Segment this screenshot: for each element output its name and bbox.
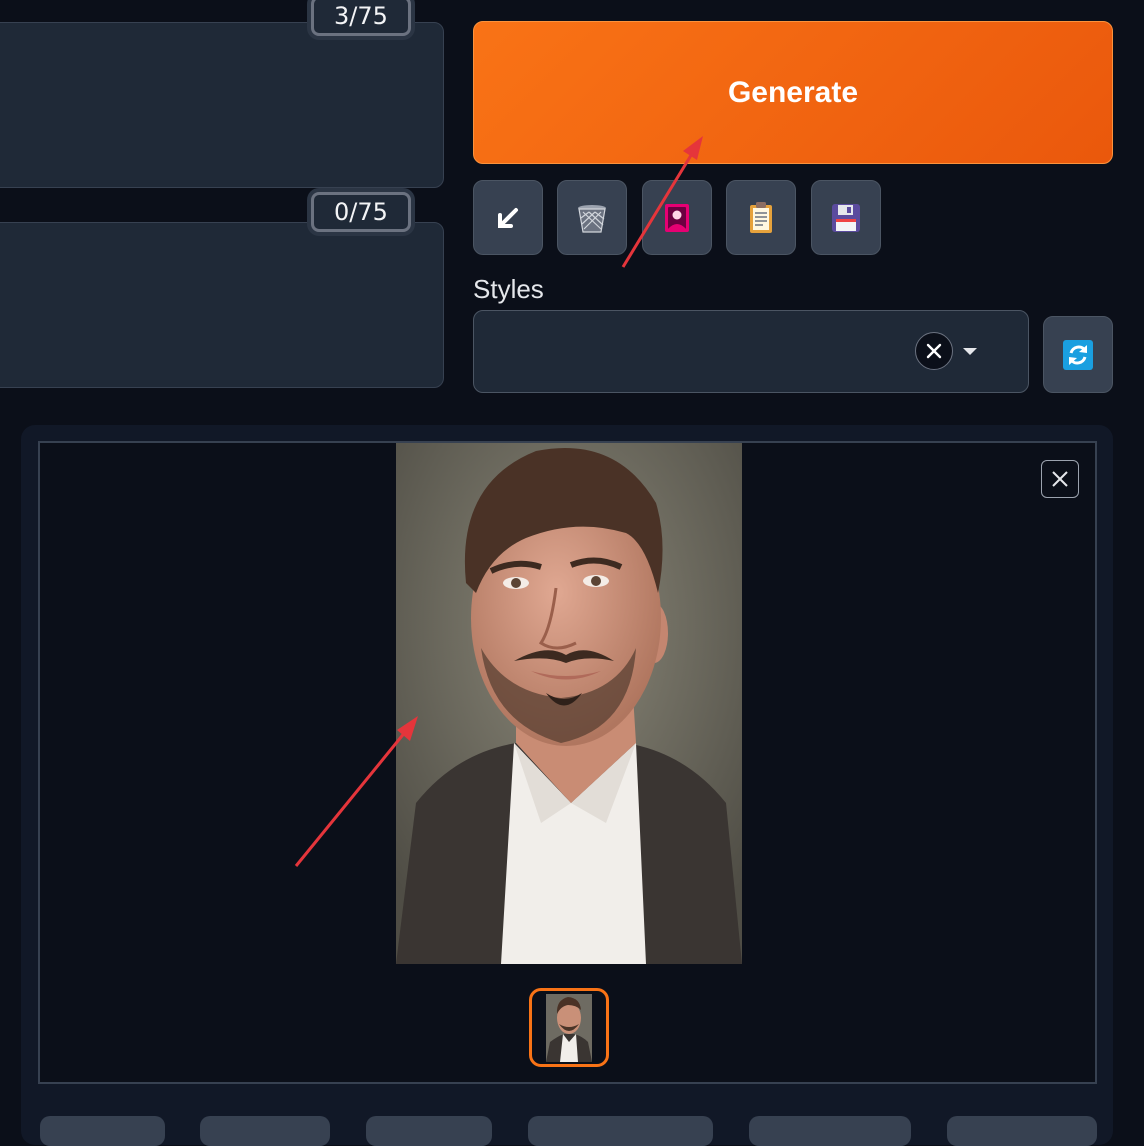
gallery-frame (38, 441, 1097, 1084)
gallery-thumbnail[interactable] (529, 988, 609, 1067)
styles-dropdown[interactable] (473, 310, 1029, 393)
styles-label: Styles (473, 274, 544, 304)
picture-card-icon (665, 203, 689, 232)
refresh-icon (1063, 339, 1093, 370)
generated-image-preview[interactable] (396, 443, 742, 964)
gallery-action-button[interactable] (749, 1116, 911, 1146)
gallery-action-button[interactable] (40, 1116, 165, 1146)
close-icon (926, 343, 942, 359)
negative-prompt-textarea[interactable] (0, 222, 444, 388)
gallery-action-button[interactable] (947, 1116, 1097, 1146)
negative-token-count-text: 0/75 (311, 192, 411, 232)
thumbnail-image (546, 993, 592, 1062)
trash-icon (578, 204, 606, 233)
output-gallery-panel (21, 425, 1113, 1145)
chevron-down-icon[interactable] (963, 348, 977, 355)
floppy-save-icon (832, 203, 860, 232)
close-preview-button[interactable] (1041, 460, 1079, 498)
show-extra-networks-button[interactable] (642, 180, 712, 255)
prompt-token-counter: 3/75 (307, 0, 415, 40)
save-style-button[interactable] (811, 180, 881, 255)
gallery-action-button[interactable] (528, 1116, 713, 1146)
portrait-image (396, 443, 742, 964)
gallery-action-button[interactable] (366, 1116, 492, 1146)
close-icon (1052, 471, 1068, 487)
prompt-textarea[interactable] (0, 22, 444, 188)
clear-prompt-button[interactable] (557, 180, 627, 255)
refresh-styles-button[interactable] (1043, 316, 1113, 393)
generate-button-label: Generate (727, 75, 859, 109)
read-params-button[interactable] (473, 180, 543, 255)
generate-button[interactable]: Generate (473, 21, 1113, 164)
arrow-down-left-icon (498, 207, 518, 228)
prompt-token-count-text: 3/75 (311, 0, 411, 36)
apply-styles-button[interactable] (726, 180, 796, 255)
negative-prompt-token-counter: 0/75 (307, 188, 415, 236)
gallery-action-button[interactable] (200, 1116, 330, 1146)
clear-styles-button[interactable] (915, 332, 953, 370)
clipboard-icon (750, 201, 772, 233)
